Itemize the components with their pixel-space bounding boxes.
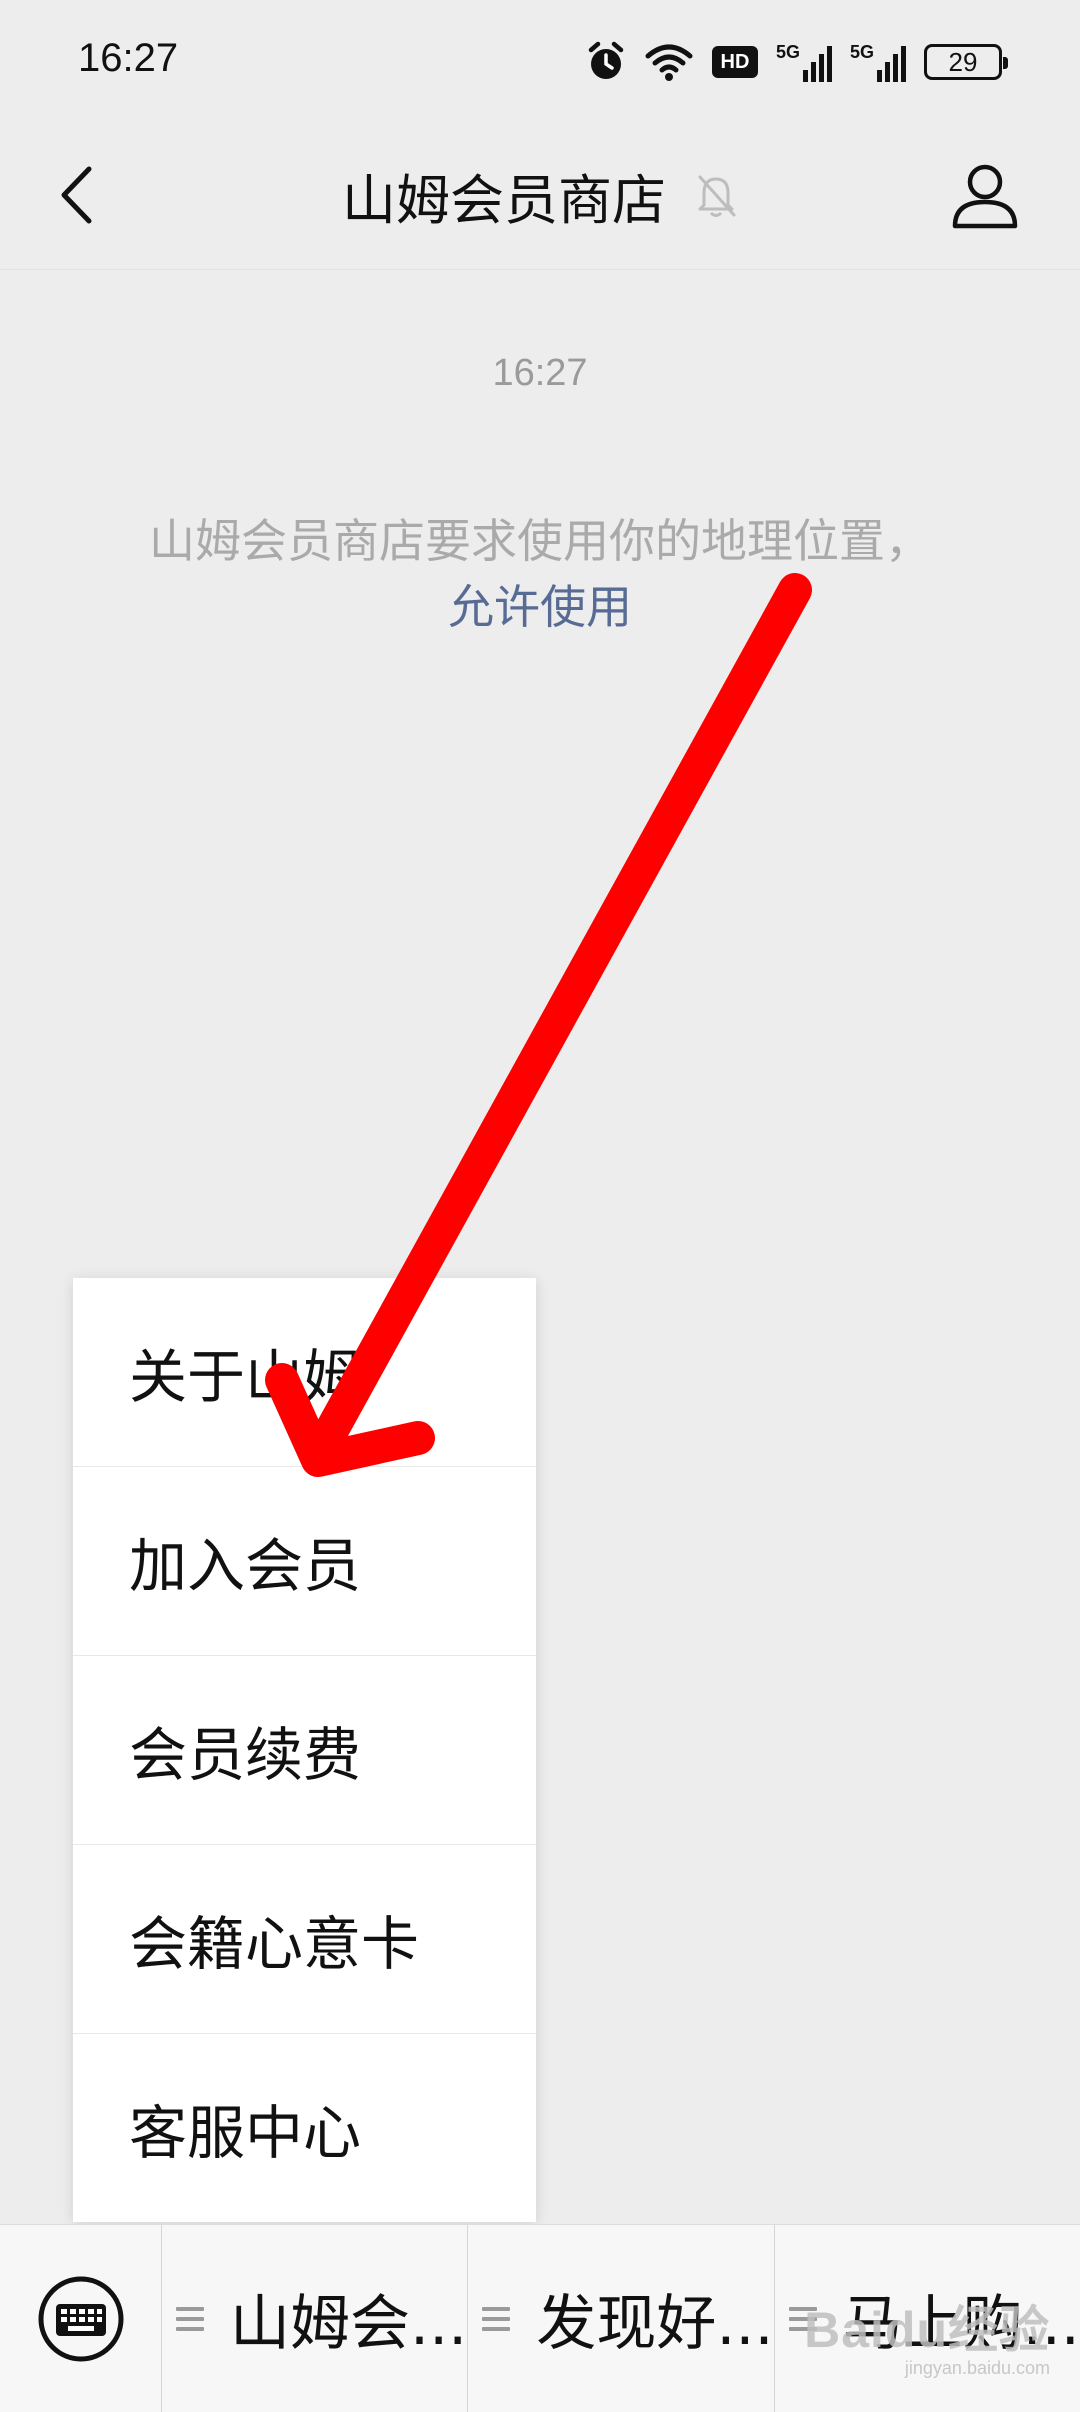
menu-item-about-sams[interactable]: 关于山姆 xyxy=(73,1278,536,1467)
title-area: 山姆会员商店 xyxy=(0,150,1080,240)
chat-header: 山姆会员商店 xyxy=(0,120,1080,270)
status-time: 16:27 xyxy=(78,36,179,80)
list-icon xyxy=(482,2306,511,2331)
allow-location-link[interactable]: 允许使用 xyxy=(448,574,632,640)
bottom-tab-sams-member[interactable]: 山姆会... xyxy=(162,2225,469,2412)
list-icon xyxy=(176,2306,204,2331)
signal-5g-icon: 5G xyxy=(850,42,906,82)
system-message: 山姆会员商店要求使用你的地理位置， 允许使用 xyxy=(0,508,1080,640)
signal-5g-icon: 5G xyxy=(776,42,832,82)
keyboard-icon xyxy=(38,2276,123,2361)
status-icons: HD 5G 5G 29 xyxy=(586,38,1008,86)
status-bar: 16:27 HD 5G 5G 29 xyxy=(0,0,1080,120)
profile-button[interactable] xyxy=(940,150,1030,240)
bell-off-icon xyxy=(698,175,736,217)
bottom-tab-discover[interactable]: 发现好... xyxy=(468,2225,775,2412)
bottom-tab-label: 发现好... xyxy=(536,2289,774,2359)
system-message-text: 山姆会员商店要求使用你的地理位置， xyxy=(149,514,931,568)
page-title: 山姆会员商店 xyxy=(342,168,666,232)
wifi-icon xyxy=(645,44,693,81)
battery-icon: 29 xyxy=(924,44,1008,80)
person-icon xyxy=(952,164,1018,229)
watermark-logo: Baidu经验 xyxy=(804,2302,1050,2358)
alarm-icon xyxy=(588,41,624,79)
keyboard-toggle-button[interactable] xyxy=(0,2225,162,2412)
menu-item-membership-gift-card[interactable]: 会籍心意卡 xyxy=(73,1845,536,2034)
watermark: Baidu经验 jingyan.baidu.com xyxy=(804,2290,1050,2379)
hd-icon: HD xyxy=(711,46,758,78)
menu-item-renew-membership[interactable]: 会员续费 xyxy=(73,1656,536,1845)
bottom-tab-label: 山姆会... xyxy=(230,2289,468,2359)
message-timestamp: 16:27 xyxy=(492,352,588,394)
battery-level: 29 xyxy=(948,46,978,77)
popup-menu: 关于山姆 加入会员 会员续费 会籍心意卡 客服中心 xyxy=(73,1278,536,2222)
menu-item-join-membership[interactable]: 加入会员 xyxy=(73,1467,536,1656)
menu-item-customer-service[interactable]: 客服中心 xyxy=(73,2034,536,2222)
screen: 16:27 HD 5G 5G 29 山姆会员商店 16:27 山姆会员商店要求使… xyxy=(0,0,1080,2412)
